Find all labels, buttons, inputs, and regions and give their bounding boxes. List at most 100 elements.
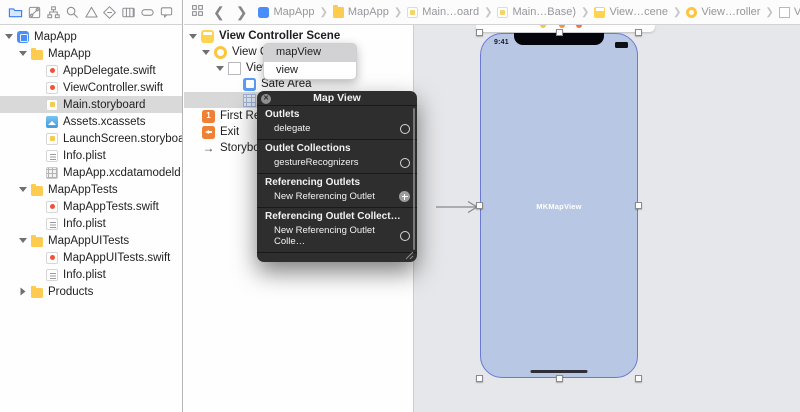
breadcrumb-view-controller[interactable]: View…roller xyxy=(686,6,760,18)
hud-section-outlet-collections: Outlet Collections gestureRecognizers xyxy=(257,140,417,174)
project-file-icon xyxy=(17,31,29,43)
project-navigator: MapApp MapApp AppDelegate.swift ViewCont… xyxy=(0,25,183,412)
breadcrumb-project[interactable]: MapApp xyxy=(258,6,314,18)
issue-navigator-icon[interactable] xyxy=(84,5,99,20)
breadcrumb-storyboard[interactable]: Main…oard xyxy=(407,6,479,18)
disclosure-triangle[interactable] xyxy=(19,51,27,56)
storyboard-file-icon xyxy=(46,133,58,145)
tree-item-group[interactable]: MapApp xyxy=(0,45,182,62)
hud-item-gesture-recognizers[interactable]: gestureRecognizers xyxy=(257,156,417,171)
resize-handle-top-right[interactable] xyxy=(635,29,642,36)
storyboard-file-icon xyxy=(407,7,418,18)
home-indicator xyxy=(531,370,588,373)
forward-button[interactable]: ❯ xyxy=(236,5,248,19)
report-navigator-icon[interactable] xyxy=(159,5,174,20)
completion-item-view[interactable]: view xyxy=(264,62,356,80)
tree-item-file[interactable]: Assets.xcassets xyxy=(0,113,182,130)
back-button[interactable]: ❮ xyxy=(213,5,225,19)
swift-file-icon xyxy=(46,252,58,264)
breadcrumb-separator: ❯ xyxy=(394,7,402,18)
tree-item-file[interactable]: Info.plist xyxy=(0,147,182,164)
disclosure-triangle[interactable] xyxy=(21,288,26,296)
asset-catalog-icon xyxy=(46,116,58,128)
connection-circle-icon[interactable] xyxy=(400,231,410,241)
disclosure-triangle[interactable] xyxy=(5,34,13,39)
view-icon xyxy=(779,7,790,18)
resize-handle-bottom-right[interactable] xyxy=(635,375,642,382)
resize-handle-middle-right[interactable] xyxy=(635,202,642,209)
breadcrumb-group[interactable]: MapApp xyxy=(333,6,389,18)
map-view-icon xyxy=(243,94,256,107)
tree-item-group[interactable]: MapAppUITests xyxy=(0,232,182,249)
hud-item-new-referencing-outlet-collection[interactable]: New Referencing Outlet Colle… xyxy=(257,224,417,250)
view-controller-device-frame[interactable]: 9:41 MKMapView xyxy=(480,33,638,378)
tree-item-file[interactable]: MapAppUITests.swift xyxy=(0,249,182,266)
find-navigator-icon[interactable] xyxy=(65,5,80,20)
interface-builder-canvas[interactable]: 9:41 MKMapView xyxy=(413,25,800,412)
exit-dock-icon[interactable] xyxy=(576,25,582,28)
tree-item-group[interactable]: Products xyxy=(0,283,182,300)
tree-item-file[interactable]: AppDelegate.swift xyxy=(0,62,182,79)
completion-item-mapview[interactable]: mapView xyxy=(264,44,356,62)
tree-item-file[interactable]: Info.plist xyxy=(0,266,182,283)
breadcrumb-separator: ❯ xyxy=(484,7,492,18)
connection-circle-icon[interactable] xyxy=(400,124,410,134)
plist-file-icon xyxy=(46,218,58,230)
map-view-placeholder-label: MKMapView xyxy=(481,202,637,211)
breadcrumb-separator: ❯ xyxy=(765,7,773,18)
symbol-navigator-icon[interactable] xyxy=(46,5,61,20)
tree-item-file-selected[interactable]: Main.storyboard xyxy=(0,96,182,113)
breakpoint-navigator-icon[interactable] xyxy=(140,5,155,20)
resize-handle-top-left[interactable] xyxy=(476,29,483,36)
tree-item-group[interactable]: MapAppTests xyxy=(0,181,182,198)
safe-area-icon xyxy=(243,78,256,91)
storyboard-file-icon xyxy=(46,99,58,111)
tree-item-file[interactable]: MapApp.xcdatamodeld xyxy=(0,164,182,181)
swift-file-icon xyxy=(46,201,58,213)
connection-circle-icon[interactable] xyxy=(400,158,410,168)
hud-section-header: Referencing Outlet Collect… xyxy=(257,208,417,224)
tree-item-project[interactable]: MapApp xyxy=(0,28,182,45)
tree-item-file[interactable]: ViewController.swift xyxy=(0,79,182,96)
hud-header: ✕ Map View xyxy=(257,91,417,106)
storyboard-file-icon xyxy=(497,7,508,18)
scene-dock[interactable] xyxy=(476,25,655,32)
first-responder-dock-icon[interactable] xyxy=(559,25,565,28)
breadcrumb-view[interactable]: View xyxy=(779,6,800,18)
connections-hud: ✕ Map View Outlets delegate Outlet Colle… xyxy=(257,91,417,262)
disclosure-triangle[interactable] xyxy=(216,66,224,71)
editor-jump-bar: ❮ ❯ MapApp ❯ MapApp ❯ Main…oard ❯ Main…B… xyxy=(184,0,800,25)
resize-handle-top-middle[interactable] xyxy=(556,29,563,36)
breadcrumb-scene[interactable]: View…cene xyxy=(594,6,668,18)
hud-item-delegate[interactable]: delegate xyxy=(257,122,417,137)
hud-section-referencing-outlet-collections: Referencing Outlet Collect… New Referenc… xyxy=(257,208,417,253)
connection-add-icon[interactable] xyxy=(399,191,410,202)
tree-item-file[interactable]: MapAppTests.swift xyxy=(0,198,182,215)
storyboard-entry-arrow xyxy=(435,200,481,214)
debug-navigator-icon[interactable] xyxy=(121,5,136,20)
breadcrumb-storyboard-base[interactable]: Main…Base) xyxy=(497,6,576,18)
source-control-navigator-icon[interactable] xyxy=(27,5,42,20)
hud-section-referencing-outlets: Referencing Outlets New Referencing Outl… xyxy=(257,174,417,208)
hud-section-header: Referencing Outlets xyxy=(257,174,417,190)
tree-item-file[interactable]: LaunchScreen.storyboard xyxy=(0,130,182,147)
resize-grip-icon[interactable] xyxy=(405,251,414,260)
hud-item-new-referencing-outlet[interactable]: New Referencing Outlet xyxy=(257,190,417,205)
disclosure-triangle[interactable] xyxy=(189,34,197,39)
resize-handle-bottom-middle[interactable] xyxy=(556,375,563,382)
project-navigator-icon[interactable] xyxy=(8,5,23,20)
resize-handle-bottom-left[interactable] xyxy=(476,375,483,382)
hud-scrollbar[interactable] xyxy=(413,108,415,250)
test-navigator-icon[interactable] xyxy=(102,5,117,20)
close-icon[interactable]: ✕ xyxy=(261,94,271,104)
tree-item-file[interactable]: Info.plist xyxy=(0,215,182,232)
scene-icon xyxy=(201,30,214,43)
disclosure-triangle[interactable] xyxy=(19,187,27,192)
outline-row-scene[interactable]: View Controller Scene xyxy=(184,28,413,44)
disclosure-triangle[interactable] xyxy=(19,238,27,243)
disclosure-triangle[interactable] xyxy=(202,50,210,55)
resize-handle-middle-left[interactable] xyxy=(476,202,483,209)
view-controller-dock-icon[interactable] xyxy=(540,25,546,28)
related-items-icon[interactable] xyxy=(191,4,204,20)
swift-file-icon xyxy=(46,65,58,77)
